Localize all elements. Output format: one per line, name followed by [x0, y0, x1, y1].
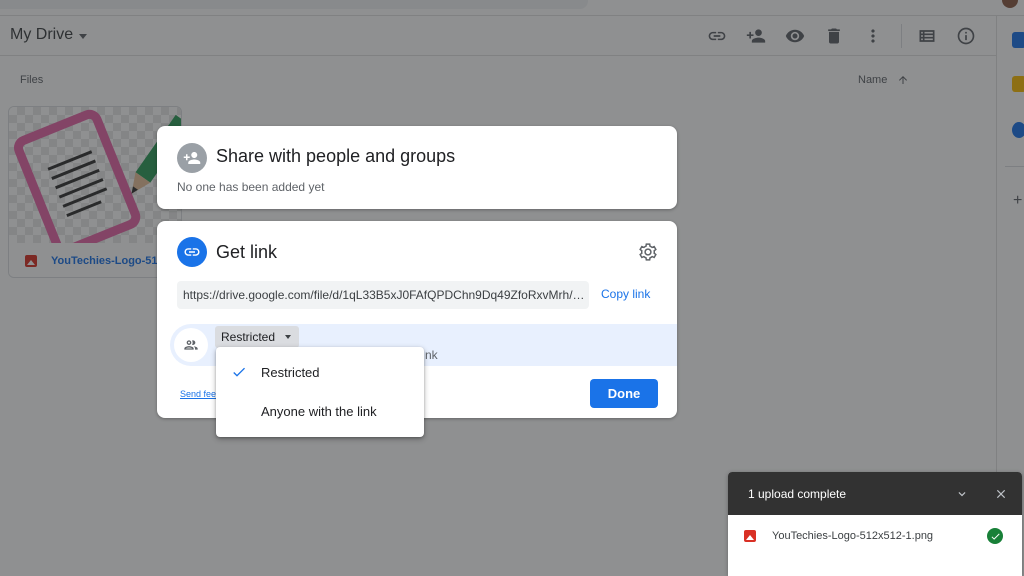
- gear-icon[interactable]: [637, 241, 659, 263]
- close-icon[interactable]: [993, 486, 1009, 502]
- send-feedback-link[interactable]: Send fee: [180, 389, 216, 399]
- caret-down-icon: [285, 335, 292, 339]
- upload-status-panel: 1 upload complete YouTechies-Logo-512x51…: [728, 472, 1022, 576]
- get-link-title: Get link: [216, 242, 278, 262]
- share-people-card[interactable]: Share with people and groups No one has …: [157, 126, 677, 209]
- access-description: nk: [425, 348, 438, 362]
- done-button[interactable]: Done: [590, 379, 658, 408]
- menu-item-label: Restricted: [261, 364, 320, 380]
- check-circle-icon: [987, 528, 1003, 544]
- share-title: Share with people and groups: [216, 146, 456, 166]
- upload-status-text: 1 upload complete: [748, 486, 847, 501]
- menu-item-anyone-with-link[interactable]: Anyone with the link: [216, 392, 424, 430]
- link-icon: [177, 237, 207, 267]
- upload-file-name: YouTechies-Logo-512x512-1.png: [772, 530, 934, 542]
- check-icon: [233, 367, 245, 377]
- add-person-icon: [177, 143, 207, 173]
- chevron-down-icon[interactable]: [954, 486, 970, 502]
- menu-item-restricted[interactable]: Restricted: [216, 353, 424, 391]
- image-file-icon: [744, 530, 756, 542]
- copy-link-button[interactable]: Copy link: [601, 287, 650, 301]
- upload-header: 1 upload complete: [728, 472, 1022, 515]
- people-icon: [174, 328, 208, 362]
- upload-item-row[interactable]: YouTechies-Logo-512x512-1.png: [728, 515, 1022, 557]
- share-url-field[interactable]: https://drive.google.com/file/d/1qL33B5x…: [177, 281, 589, 309]
- menu-item-label: Anyone with the link: [261, 403, 377, 419]
- share-subtitle: No one has been added yet: [177, 180, 325, 194]
- access-level-dropdown[interactable]: Restricted: [215, 326, 300, 348]
- access-level-menu: Restricted Anyone with the link: [216, 347, 424, 437]
- access-level-value: Restricted: [221, 330, 276, 344]
